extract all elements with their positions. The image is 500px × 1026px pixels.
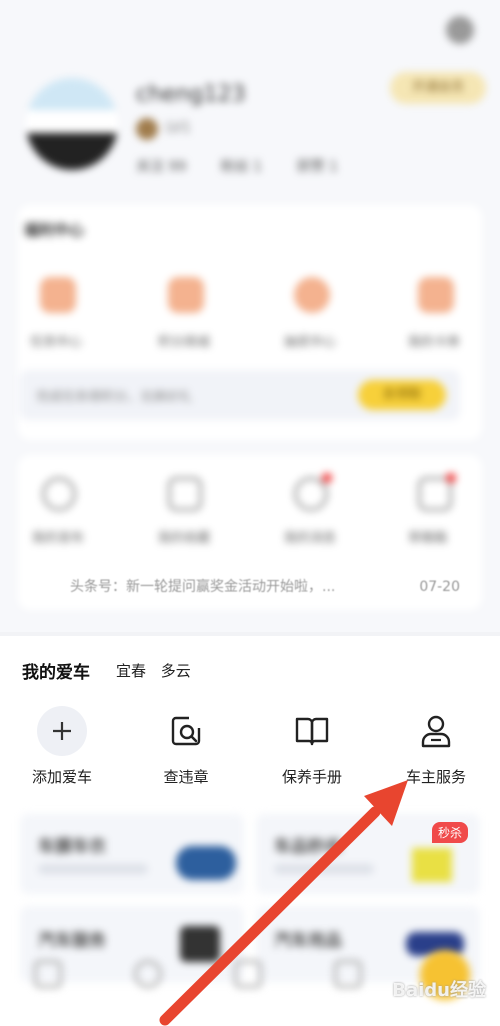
watermark: Baidu经验 [392, 980, 486, 1001]
annotation-arrow [159, 780, 408, 1026]
